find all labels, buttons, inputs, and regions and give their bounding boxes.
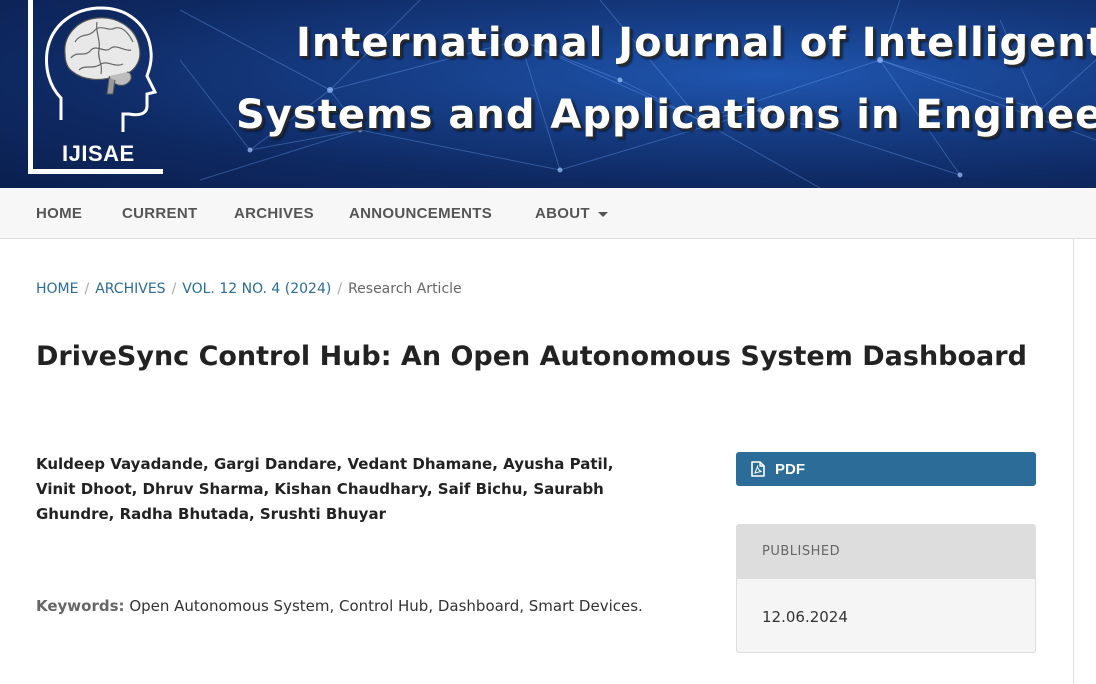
published-date: 12.06.2024 bbox=[762, 608, 848, 626]
nav-archives[interactable]: ARCHIVES bbox=[234, 205, 314, 222]
breadcrumb-archives[interactable]: ARCHIVES bbox=[95, 281, 165, 297]
published-label: PUBLISHED bbox=[762, 544, 841, 559]
article-title: DriveSync Control Hub: An Open Autonomou… bbox=[36, 341, 1027, 372]
nav-current[interactable]: CURRENT bbox=[122, 205, 197, 222]
nav-announcements[interactable]: ANNOUNCEMENTS bbox=[349, 205, 492, 222]
breadcrumb: HOME / ARCHIVES / VOL. 12 NO. 4 (2024) / Resea… bbox=[36, 281, 462, 297]
breadcrumb-home[interactable]: HOME bbox=[36, 281, 78, 297]
journal-title-line-1: International Journal of Intelligent bbox=[296, 20, 1096, 66]
breadcrumb-separator: / bbox=[84, 281, 90, 297]
logo-text: IJISAE bbox=[62, 141, 135, 166]
article-keywords: Keywords: Open Autonomous System, Contro… bbox=[36, 597, 643, 615]
nav-about-label: ABOUT bbox=[535, 205, 590, 222]
caret-down-icon bbox=[597, 211, 608, 217]
sidebar-divider bbox=[1073, 239, 1074, 684]
journal-banner[interactable]: IJISAE International Journal of Intellig… bbox=[0, 0, 1096, 188]
nav-about[interactable]: ABOUT bbox=[535, 205, 608, 222]
published-header: PUBLISHED bbox=[737, 525, 1035, 579]
journal-title-line-2: Systems and Applications in Engineering bbox=[236, 92, 1096, 138]
article-authors: Kuldeep Vayadande, Gargi Dandare, Vedant… bbox=[36, 455, 614, 523]
nav-home[interactable]: HOME bbox=[36, 205, 82, 222]
breadcrumb-issue[interactable]: VOL. 12 NO. 4 (2024) bbox=[182, 281, 331, 297]
published-panel: PUBLISHED 12.06.2024 bbox=[736, 524, 1036, 653]
breadcrumb-separator: / bbox=[337, 281, 343, 297]
file-pdf-icon bbox=[751, 461, 765, 477]
main-navigation: HOME CURRENT ARCHIVES ANNOUNCEMENTS ABOU… bbox=[0, 188, 1096, 239]
breadcrumb-separator: / bbox=[171, 281, 177, 297]
breadcrumb-current: Research Article bbox=[348, 281, 462, 297]
keywords-value: Open Autonomous System, Control Hub, Das… bbox=[129, 597, 643, 615]
keywords-label: Keywords: bbox=[36, 597, 125, 615]
pdf-button-label: PDF bbox=[775, 461, 805, 478]
brain-head-icon bbox=[45, 6, 158, 132]
pdf-download-button[interactable]: PDF bbox=[736, 452, 1036, 486]
